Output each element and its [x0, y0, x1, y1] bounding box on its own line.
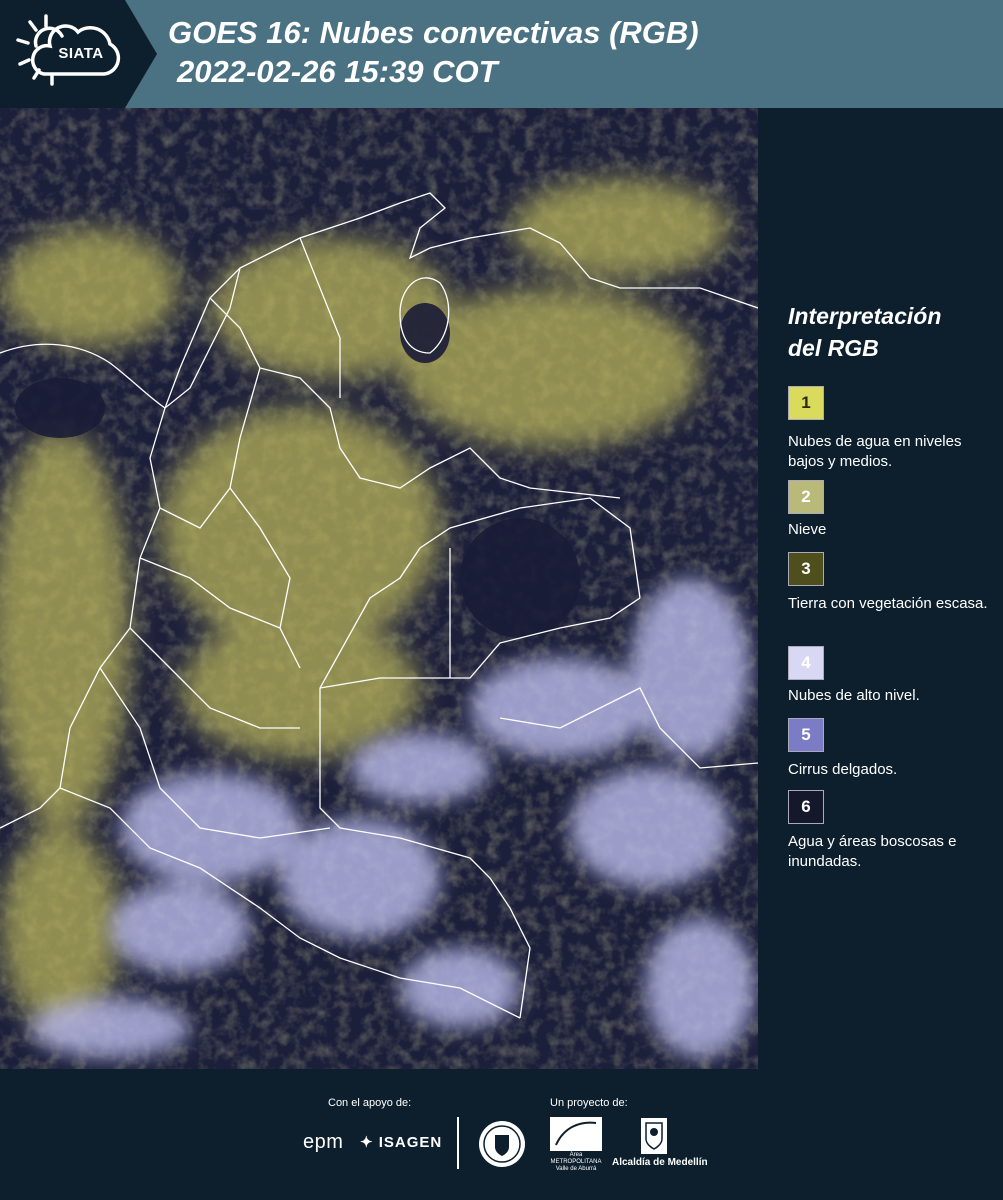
support-label: Con el apoyo de: [328, 1097, 412, 1109]
header-bar: SIATA GOES 16: Nubes convectivas (RGB) 2… [0, 0, 1003, 108]
project-label: Un proyecto de: [550, 1097, 628, 1109]
legend-title-line1: Interpretación [788, 303, 942, 329]
legend-label-4: Nubes de alto nivel. [788, 687, 920, 704]
legend-swatch-1: 1 [788, 386, 824, 420]
area-name: Área [569, 1152, 583, 1158]
satellite-image [0, 108, 758, 1069]
legend-number: 2 [801, 487, 811, 506]
legend-swatch-2: 2 [788, 480, 824, 514]
area-caption: Área METROPOLITANA Valle de Aburrá [550, 1152, 602, 1173]
legend-swatch-6: 6 [788, 790, 824, 824]
siata-logo[interactable]: SIATA [0, 0, 160, 108]
isagen-mark-icon: ✦ [360, 1134, 379, 1151]
footer-sponsors: Con el apoyo de: Un proyecto de: epm ✦ I… [0, 1069, 1003, 1200]
rgb-legend: Interpretación del RGB 1 Nubes de agua e… [788, 300, 988, 870]
isagen-label: ISAGEN [378, 1134, 443, 1151]
legend-number: 5 [801, 725, 811, 744]
page-title: GOES 16: Nubes convectivas (RGB) [168, 15, 699, 50]
legend-number: 1 [801, 393, 811, 412]
legend-label-2: Nieve [788, 521, 827, 538]
isagen-logo[interactable]: ✦ ISAGEN [360, 1133, 442, 1151]
legend-title-line2: del RGB [788, 335, 879, 361]
legend-number: 3 [801, 559, 811, 578]
legend-label-5: Cirrus delgados. [788, 761, 898, 778]
footer-divider [457, 1117, 459, 1169]
satellite-map[interactable] [0, 108, 758, 1069]
legend-number: 6 [801, 797, 811, 816]
epm-logo[interactable]: epm [303, 1131, 343, 1154]
alcaldia-label: Alcaldía de Medellín [612, 1157, 708, 1168]
legend-label-6: Agua y áreas boscosas e inundadas. [788, 833, 957, 870]
legend-swatch-5: 5 [788, 718, 824, 752]
page-timestamp: 2022-02-26 15:39 COT [177, 54, 498, 89]
alcaldia-shield-icon[interactable] [640, 1117, 668, 1155]
legend-number: 4 [801, 653, 811, 672]
medellin-seal-icon[interactable] [477, 1119, 527, 1169]
legend-title: Interpretación del RGB [788, 300, 988, 364]
logo-wordmark: SIATA [58, 45, 104, 62]
legend-swatch-3: 3 [788, 552, 824, 586]
legend-swatch-4: 4 [788, 646, 824, 680]
area-subcaption: METROPOLITANA Valle de Aburrá [550, 1159, 602, 1172]
legend-label-3: Tierra con vegetación escasa. [788, 595, 988, 612]
legend-label-1: Nubes de agua en niveles bajos y medios. [788, 433, 962, 470]
